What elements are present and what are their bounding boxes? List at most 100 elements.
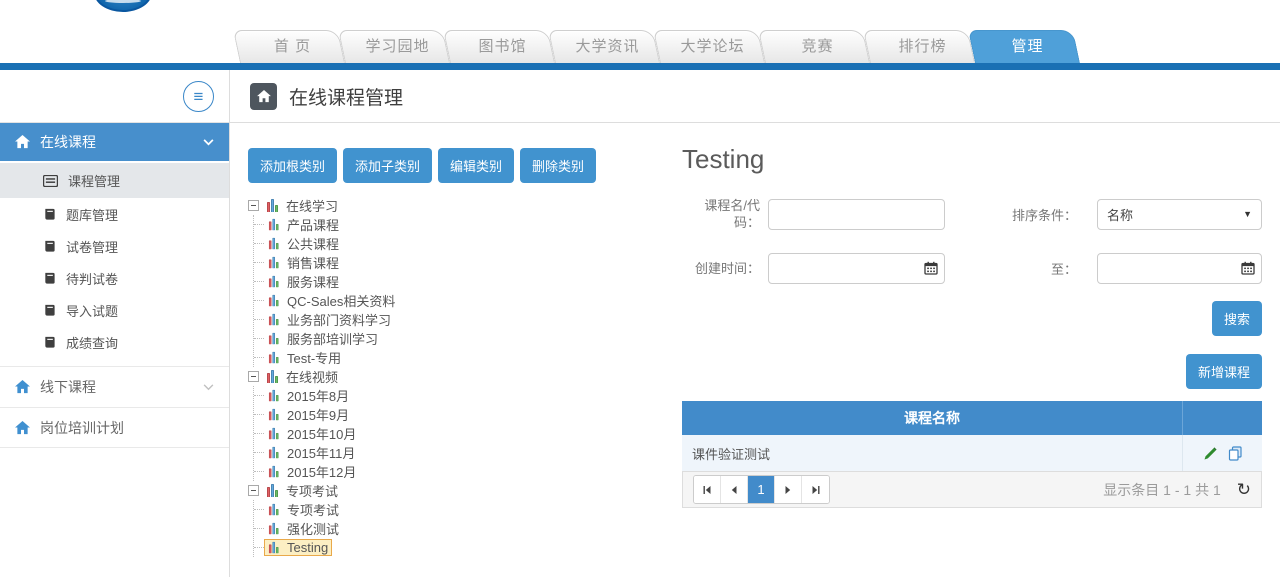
tree-node[interactable]: 2015年8月: [254, 386, 660, 405]
tab-admin[interactable]: 管理: [975, 30, 1080, 63]
tab-library[interactable]: 图书馆: [450, 30, 555, 63]
sidebar-item-course-management[interactable]: 课程管理: [0, 163, 229, 198]
delete-category-button[interactable]: 删除类别: [520, 148, 596, 183]
add-course-button[interactable]: 新增课程: [1186, 354, 1262, 389]
course-panel: Testing 课程名/代码： 排序条件： 名称 ▼ 创建时间： 至：: [660, 148, 1262, 557]
tree-node-label: 2015年12月: [287, 462, 356, 481]
tree-node[interactable]: Test-专用: [254, 348, 660, 367]
edit-icon[interactable]: [1203, 446, 1218, 461]
tab-label: 管理: [975, 30, 1080, 63]
tab-ranking[interactable]: 排行榜: [870, 30, 975, 63]
pagination-bar: 1 显示条目 1 - 1 共 1 ↻: [682, 471, 1262, 508]
table-row[interactable]: 课件验证测试: [682, 435, 1262, 471]
tab-university-news[interactable]: 大学资讯: [555, 30, 660, 63]
sidebar-section-job-training-plan[interactable]: 岗位培训计划: [0, 407, 229, 448]
chart-bars-icon: [269, 542, 281, 553]
tree-root-node[interactable]: 在线视频: [248, 367, 660, 386]
chevron-down-icon: [203, 384, 214, 391]
sidebar-item-import-questions[interactable]: 导入试题: [0, 294, 229, 326]
tree-node-selected[interactable]: Testing: [254, 538, 660, 557]
created-from-input[interactable]: [768, 253, 945, 284]
sidebar-section-online-courses[interactable]: 在线课程: [0, 123, 229, 161]
tree-node[interactable]: 服务部培训学习: [254, 329, 660, 348]
collapse-icon[interactable]: [248, 485, 259, 496]
tab-label: 排行榜: [870, 30, 975, 63]
tree-node[interactable]: 2015年12月: [254, 462, 660, 481]
add-root-category-button[interactable]: 添加根类别: [248, 148, 337, 183]
tab-university-forum[interactable]: 大学论坛: [660, 30, 765, 63]
edit-category-button[interactable]: 编辑类别: [438, 148, 514, 183]
sort-condition-select[interactable]: 名称 ▼: [1097, 199, 1262, 230]
tab-home[interactable]: 首 页: [240, 30, 345, 63]
menu-toggle-button[interactable]: ≡: [183, 81, 214, 112]
tree-node[interactable]: 业务部门资料学习: [254, 310, 660, 329]
sidebar-item-question-bank[interactable]: 题库管理: [0, 198, 229, 230]
hamburger-icon: ≡: [194, 87, 204, 107]
collapse-icon[interactable]: [248, 371, 259, 382]
tree-node[interactable]: 专项考试: [254, 500, 660, 519]
tree-node[interactable]: 2015年9月: [254, 405, 660, 424]
sidebar-section-label: 岗位培训计划: [40, 418, 124, 438]
refresh-icon[interactable]: ↻: [1237, 481, 1251, 498]
current-page-button[interactable]: 1: [748, 476, 775, 503]
tree-children: 产品课程 公共课程 销售课程 服务课程 QC-Sales相关资料 业务部门资料学…: [253, 215, 660, 367]
tree-node[interactable]: 2015年10月: [254, 424, 660, 443]
site-logo: [94, 0, 152, 12]
tab-label: 图书馆: [450, 30, 555, 63]
tab-label: 大学论坛: [660, 30, 765, 63]
tree-node[interactable]: 强化测试: [254, 519, 660, 538]
tree-node-label: 销售课程: [287, 253, 339, 272]
tree-node-label: 2015年8月: [287, 386, 349, 405]
tree-node-label: Testing: [287, 540, 328, 555]
sidebar-item-exam-paper[interactable]: 试卷管理: [0, 230, 229, 262]
chart-bars-icon: [267, 199, 281, 212]
page-title: 在线课程管理: [289, 83, 403, 110]
course-name-input[interactable]: [768, 199, 945, 230]
add-sub-category-button[interactable]: 添加子类别: [343, 148, 432, 183]
chart-bars-icon: [269, 314, 281, 325]
home-icon: [15, 380, 30, 394]
calendar-icon[interactable]: [1241, 261, 1255, 280]
created-to-input[interactable]: [1097, 253, 1262, 284]
home-icon: [257, 90, 271, 103]
first-page-button[interactable]: [694, 476, 721, 503]
tree-node[interactable]: 产品课程: [254, 215, 660, 234]
category-tree: 在线学习 产品课程 公共课程 销售课程 服务课程 QC-Sales相关资料 业务…: [248, 196, 660, 557]
chart-bars-icon: [269, 352, 281, 363]
tree-node-label: 专项考试: [286, 481, 338, 500]
tree-node[interactable]: 公共课程: [254, 234, 660, 253]
tree-root-node[interactable]: 在线学习: [248, 196, 660, 215]
sidebar-section-offline-courses[interactable]: 线下课程: [0, 366, 229, 407]
tree-node[interactable]: 2015年11月: [254, 443, 660, 462]
sidebar-item-label: 成绩查询: [66, 333, 118, 352]
sidebar-item-pending-papers[interactable]: 待判试卷: [0, 262, 229, 294]
header-divider-bar: [0, 63, 1280, 70]
collapse-icon[interactable]: [248, 200, 259, 211]
tree-node-label: 2015年9月: [287, 405, 349, 424]
last-page-button[interactable]: [802, 476, 829, 503]
prev-page-button[interactable]: [721, 476, 748, 503]
tree-root-node[interactable]: 专项考试: [248, 481, 660, 500]
tree-node-label: Test-专用: [287, 348, 341, 367]
search-button[interactable]: 搜索: [1212, 301, 1262, 336]
tree-node[interactable]: 服务课程: [254, 272, 660, 291]
chart-bars-icon: [269, 238, 281, 249]
calendar-icon[interactable]: [924, 261, 938, 280]
book-icon: [43, 336, 56, 349]
sidebar: ≡ 在线课程 课程管理 题库管理 试卷管理 待判试卷: [0, 70, 230, 577]
copy-icon[interactable]: [1228, 446, 1243, 461]
tree-node[interactable]: 销售课程: [254, 253, 660, 272]
tree-node-label: 2015年11月: [287, 443, 355, 462]
course-table: 课程名称 课件验证测试 1: [682, 401, 1262, 508]
home-icon: [15, 421, 30, 435]
tree-node[interactable]: QC-Sales相关资料: [254, 291, 660, 310]
tree-children: 专项考试 强化测试 Testing: [253, 500, 660, 557]
sidebar-item-label: 课程管理: [68, 171, 120, 190]
tab-competition[interactable]: 竞赛: [765, 30, 870, 63]
next-page-button[interactable]: [775, 476, 802, 503]
sidebar-item-label: 导入试题: [66, 301, 118, 320]
sidebar-item-score-query[interactable]: 成绩查询: [0, 326, 229, 358]
sidebar-submenu: 课程管理 题库管理 试卷管理 待判试卷 导入试题 成绩查询: [0, 161, 229, 366]
page-title-bar: 在线课程管理: [230, 70, 1280, 123]
tab-study-garden[interactable]: 学习园地: [345, 30, 450, 63]
